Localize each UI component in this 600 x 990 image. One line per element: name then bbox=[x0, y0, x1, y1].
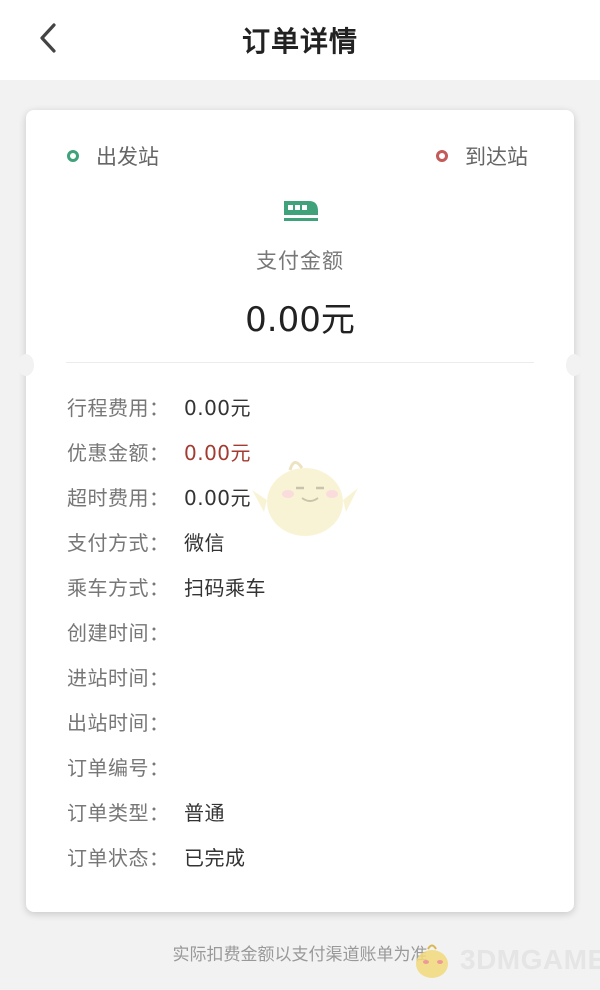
payment-amount: 0.00元 bbox=[245, 300, 355, 340]
detail-row: 创建时间： bbox=[67, 619, 184, 647]
detail-row: 订单类型： 普通 bbox=[67, 799, 225, 827]
header-bar: 订单详情 bbox=[0, 0, 600, 80]
arrival-station-label: 到达站 bbox=[465, 145, 528, 169]
departure-station: 出发站 bbox=[67, 141, 159, 171]
detail-value: 已完成 bbox=[184, 846, 246, 870]
detail-row: 进站时间： bbox=[67, 664, 184, 692]
detail-label: 支付方式： bbox=[67, 531, 170, 555]
ticket-notch-right bbox=[566, 354, 582, 376]
detail-row: 出站时间： bbox=[67, 709, 184, 737]
watermark-text: 3DMGAME bbox=[460, 944, 600, 975]
detail-value: 0.00元 bbox=[184, 486, 252, 510]
page-title: 订单详情 bbox=[241, 25, 358, 58]
detail-label: 超时费用： bbox=[67, 486, 170, 510]
departure-dot-icon bbox=[67, 150, 79, 162]
train-icon bbox=[284, 201, 318, 221]
detail-value: 0.00元 bbox=[184, 441, 252, 465]
detail-label: 行程费用： bbox=[67, 396, 170, 420]
detail-label: 订单编号： bbox=[67, 756, 170, 780]
watermark: 3DMGAME bbox=[410, 940, 600, 980]
departure-station-label: 出发站 bbox=[96, 145, 159, 169]
detail-value: 扫码乘车 bbox=[184, 576, 266, 600]
arrival-dot-icon bbox=[436, 150, 448, 162]
detail-value: 0.00元 bbox=[184, 396, 252, 420]
arrival-station: 到达站 bbox=[436, 141, 528, 171]
detail-row: 订单状态： 已完成 bbox=[67, 844, 246, 872]
detail-label: 订单状态： bbox=[67, 846, 170, 870]
detail-label: 优惠金额： bbox=[67, 441, 170, 465]
detail-row: 支付方式： 微信 bbox=[67, 529, 225, 557]
ticket-notch-left bbox=[18, 354, 34, 376]
detail-value: 普通 bbox=[184, 801, 225, 825]
detail-label: 乘车方式： bbox=[67, 576, 170, 600]
detail-row: 超时费用： 0.00元 bbox=[67, 484, 251, 512]
detail-row: 优惠金额： 0.00元 bbox=[67, 439, 251, 467]
divider bbox=[66, 362, 534, 363]
detail-row: 订单编号： bbox=[67, 754, 184, 782]
detail-label: 出站时间： bbox=[67, 711, 170, 735]
mascot-logo-icon bbox=[416, 944, 448, 978]
payment-label: 支付金额 bbox=[256, 249, 344, 273]
mascot-watermark-icon bbox=[252, 461, 358, 536]
detail-label: 进站时间： bbox=[67, 666, 170, 690]
detail-value: 微信 bbox=[184, 531, 225, 555]
detail-label: 订单类型： bbox=[67, 801, 170, 825]
detail-label: 创建时间： bbox=[67, 621, 170, 645]
detail-row: 乘车方式： 扫码乘车 bbox=[67, 574, 266, 602]
detail-row: 行程费用： 0.00元 bbox=[67, 394, 251, 422]
